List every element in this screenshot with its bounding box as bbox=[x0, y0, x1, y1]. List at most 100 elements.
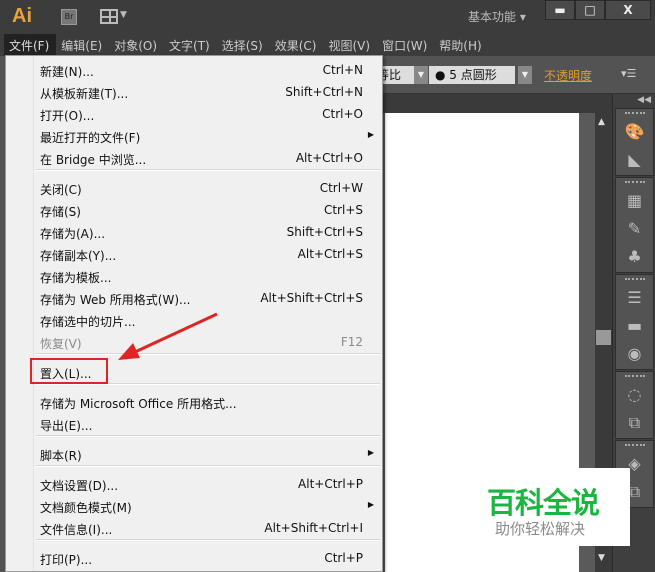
menu-item-shortcut: Shift+Ctrl+S bbox=[286, 225, 363, 239]
menu-item[interactable]: 存储为模板... bbox=[35, 265, 382, 287]
menu-8[interactable]: 帮助(H) bbox=[434, 34, 488, 56]
menu-1[interactable]: 编辑(E) bbox=[56, 34, 109, 56]
scroll-thumb[interactable] bbox=[596, 330, 611, 345]
menu-0[interactable]: 文件(F) bbox=[4, 34, 57, 56]
menu-item-label: 从模板新建(T)... bbox=[40, 87, 129, 101]
menu-separator bbox=[36, 465, 380, 467]
menu-item-shortcut: Ctrl+O bbox=[322, 107, 363, 121]
menu-item[interactable]: 脚本(R) ▶ bbox=[35, 443, 382, 465]
menu-2[interactable]: 对象(O) bbox=[109, 34, 164, 56]
chevron-down-icon[interactable]: ▼ bbox=[120, 10, 127, 20]
menu-item-label: 存储副本(Y)... bbox=[40, 249, 117, 263]
brush-select[interactable]: ● 5 点圆形 bbox=[429, 66, 515, 84]
menu-separator bbox=[36, 169, 380, 171]
menu-item-shortcut: F12 bbox=[340, 335, 363, 349]
close-button[interactable]: X bbox=[605, 0, 651, 20]
menu-item-shortcut: Ctrl+W bbox=[319, 181, 363, 195]
menu-item-label: 恢复(V) bbox=[40, 337, 82, 351]
color-guide-icon[interactable]: ◣ bbox=[616, 146, 653, 174]
menu-item-shortcut: Shift+Ctrl+N bbox=[285, 85, 363, 99]
menu-item[interactable]: 最近打开的文件(F) ▶ bbox=[35, 125, 382, 147]
menu-item[interactable]: 存储为 Microsoft Office 所用格式... bbox=[35, 391, 382, 413]
menu-4[interactable]: 选择(S) bbox=[217, 34, 270, 56]
menu-item-shortcut: Ctrl+S bbox=[323, 203, 363, 217]
bridge-button[interactable]: Br bbox=[61, 9, 77, 25]
menu-item-shortcut: Alt+Ctrl+O bbox=[295, 151, 363, 165]
menu-item-shortcut: Alt+Shift+Ctrl+I bbox=[264, 521, 363, 535]
menu-item-label: 存储为模板... bbox=[40, 271, 112, 285]
menu-item[interactable]: 新建(N)... Ctrl+N bbox=[35, 59, 382, 81]
menu-item[interactable]: 打印(P)... Ctrl+P bbox=[35, 547, 382, 569]
menu-item-shortcut: Ctrl+N bbox=[322, 63, 363, 77]
menu-7[interactable]: 窗口(W) bbox=[377, 34, 434, 56]
transparency-icon[interactable]: ◉ bbox=[616, 340, 653, 368]
menu-item-label: 新建(N)... bbox=[40, 65, 94, 79]
highlight-box bbox=[30, 358, 108, 384]
menu-separator bbox=[36, 539, 380, 541]
file-menu: 新建(N)... Ctrl+N 从模板新建(T)... Shift+Ctrl+N 打开(… bbox=[5, 55, 383, 572]
submenu-arrow-icon: ▶ bbox=[367, 130, 374, 139]
menu-item[interactable]: 关闭(C) Ctrl+W bbox=[35, 177, 382, 199]
menu-item[interactable]: 存储(S) Ctrl+S bbox=[35, 199, 382, 221]
menu-icon-gutter bbox=[6, 56, 34, 571]
collapse-icon[interactable]: ◀◀ bbox=[637, 95, 651, 105]
title-bar: Ai Br ▼ 基本功能 ▾ ▬ □ X bbox=[0, 0, 655, 34]
menu-item-label: 最近打开的文件(F) bbox=[40, 131, 141, 145]
menu-item-label: 关闭(C) bbox=[40, 183, 82, 197]
menu-item[interactable]: 存储为 Web 所用格式(W)... Alt+Shift+Ctrl+S bbox=[35, 287, 382, 309]
menu-item-label: 存储选中的切片... bbox=[40, 315, 136, 329]
menu-item-label: 存储为 Web 所用格式(W)... bbox=[40, 293, 191, 307]
menu-item-shortcut: Alt+Ctrl+S bbox=[297, 247, 363, 261]
menu-item-label: 导出(E)... bbox=[40, 419, 93, 433]
opacity-link[interactable]: 不透明度 bbox=[544, 67, 592, 84]
chevron-down-icon[interactable]: ▼ bbox=[518, 66, 532, 84]
gradient-icon[interactable]: ▬ bbox=[616, 312, 653, 340]
menu-6[interactable]: 视图(V) bbox=[323, 34, 377, 56]
menu-item[interactable]: 文件信息(I)... Alt+Shift+Ctrl+I bbox=[35, 517, 382, 539]
watermark: 百科全说 助你轻松解决 bbox=[480, 468, 630, 546]
watermark-subtitle: 助你轻松解决 bbox=[495, 520, 586, 538]
submenu-arrow-icon: ▶ bbox=[367, 500, 374, 509]
scroll-up-icon[interactable]: ▲ bbox=[598, 117, 605, 127]
menu-item-shortcut: Ctrl+P bbox=[324, 551, 363, 565]
arrange-documents-icon[interactable] bbox=[100, 9, 118, 24]
menu-item-shortcut: Alt+Ctrl+P bbox=[298, 477, 363, 491]
chevron-down-icon[interactable]: ▼ bbox=[414, 66, 428, 84]
menu-item[interactable]: 从模板新建(T)... Shift+Ctrl+N bbox=[35, 81, 382, 103]
menu-item-label: 文档设置(D)... bbox=[40, 479, 119, 493]
menu-item[interactable]: 存储选中的切片... bbox=[35, 309, 382, 331]
graphic-styles-icon[interactable]: ⧉ bbox=[616, 409, 653, 437]
menu-item[interactable]: 文档设置(D)... Alt+Ctrl+P bbox=[35, 473, 382, 495]
menu-separator bbox=[36, 353, 380, 355]
stroke-icon[interactable]: ☰ bbox=[616, 284, 653, 312]
menu-item[interactable]: 存储为(A)... Shift+Ctrl+S bbox=[35, 221, 382, 243]
watermark-title: 百科全说 bbox=[487, 486, 600, 520]
menu-item[interactable]: 导出(E)... bbox=[35, 413, 382, 435]
menu-item-label: 打印(P)... bbox=[40, 553, 93, 567]
menu-3[interactable]: 文字(T) bbox=[164, 34, 217, 56]
brushes-icon[interactable]: ✎ bbox=[616, 215, 653, 243]
menu-item[interactable]: 打开(O)... Ctrl+O bbox=[35, 103, 382, 125]
symbols-icon[interactable]: ♣ bbox=[616, 243, 653, 271]
color-palette-icon[interactable]: 🎨 bbox=[616, 118, 653, 146]
menu-item[interactable]: 在 Bridge 中浏览... Alt+Ctrl+O bbox=[35, 147, 382, 169]
swatches-icon[interactable]: ▦ bbox=[616, 187, 653, 215]
maximize-button[interactable]: □ bbox=[575, 0, 605, 20]
minimize-button[interactable]: ▬ bbox=[545, 0, 575, 20]
submenu-arrow-icon: ▶ bbox=[367, 448, 374, 457]
menu-item-shortcut: Alt+Shift+Ctrl+S bbox=[260, 291, 363, 305]
menu-item[interactable]: 恢复(V) F12 bbox=[35, 331, 382, 353]
workspace-switcher[interactable]: 基本功能 ▾ bbox=[468, 8, 526, 25]
scroll-down-icon[interactable]: ▼ bbox=[598, 553, 605, 563]
panel-menu-icon[interactable]: ▾☰ bbox=[621, 67, 636, 80]
menu-item-label: 存储为 Microsoft Office 所用格式... bbox=[40, 397, 237, 411]
menu-item-label: 文件信息(I)... bbox=[40, 523, 113, 537]
menu-item[interactable]: 存储副本(Y)... Alt+Ctrl+S bbox=[35, 243, 382, 265]
menu-item-label: 在 Bridge 中浏览... bbox=[40, 153, 147, 167]
menu-item[interactable]: 文档颜色模式(M) ▶ bbox=[35, 495, 382, 517]
menu-bar: 文件(F) 编辑(E) 对象(O) 文字(T) 选择(S) 效果(C) 视图(V) 窗口(W)… bbox=[0, 34, 655, 56]
appearance-icon[interactable]: ◌ bbox=[616, 381, 653, 409]
menu-item-label: 文档颜色模式(M) bbox=[40, 501, 132, 515]
menu-5[interactable]: 效果(C) bbox=[270, 34, 324, 56]
menu-separator bbox=[36, 435, 380, 437]
